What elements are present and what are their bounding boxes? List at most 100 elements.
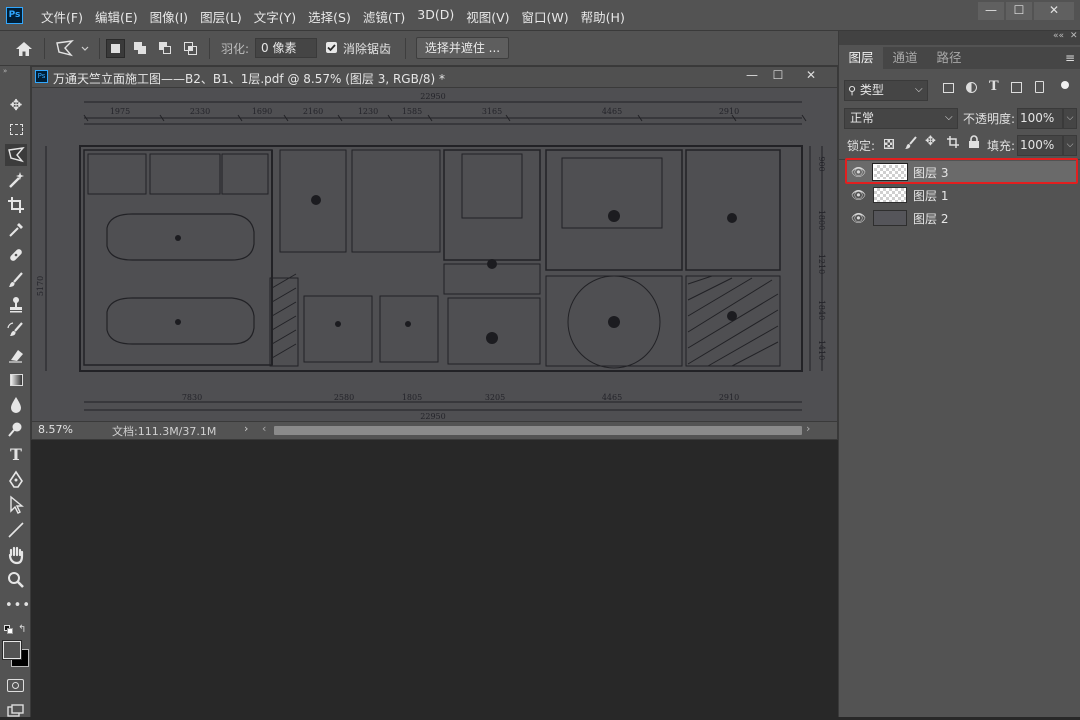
app-maximize-button[interactable]: ☐ (1006, 2, 1032, 20)
panel-divider (839, 159, 1080, 160)
foreground-color-swatch[interactable] (2, 640, 22, 660)
panel-menu-icon[interactable]: ≡ (1065, 51, 1075, 65)
doc-close-button[interactable]: ✕ (794, 68, 828, 86)
lock-image-icon[interactable] (904, 135, 918, 151)
zoom-tool-icon[interactable] (5, 569, 27, 591)
document-tab[interactable]: Ps 万通天竺立面施工图——B2、B1、1层.pdf @ 8.57% (图层 3… (32, 67, 837, 88)
lasso-tool-icon[interactable] (5, 144, 27, 166)
menu-filter[interactable]: 滤镜(T) (363, 7, 405, 26)
home-icon[interactable] (13, 39, 35, 59)
opacity-input[interactable]: 100% (1017, 108, 1063, 129)
canvas[interactable]: 22950 1975 2330 1690 2160 1230 1585 3165… (32, 88, 837, 421)
fill-input[interactable]: 100% (1017, 135, 1063, 156)
panel-close-icon[interactable]: ✕ (1070, 31, 1078, 41)
menu-3d[interactable]: 3D(D) (417, 7, 454, 26)
menu-select[interactable]: 选择(S) (308, 7, 351, 26)
layer-name: 图层 1 (913, 189, 949, 203)
fill-dropdown-icon[interactable]: ⌵ (1063, 135, 1077, 156)
eyedropper-tool-icon[interactable] (5, 219, 27, 241)
visibility-eye-icon[interactable]: 👁 (851, 211, 866, 225)
lock-all-icon[interactable] (968, 135, 980, 149)
feather-input[interactable]: 0 像素 (255, 38, 317, 58)
pen-tool-icon[interactable] (5, 469, 27, 491)
selection-intersect-button[interactable] (181, 39, 200, 58)
swap-colors-icon[interactable]: ↰ (18, 624, 26, 635)
screen-mode-icon[interactable] (7, 704, 24, 717)
tools-panel: » ✥ T ••• ↰ (0, 66, 31, 717)
move-tool-icon[interactable]: ✥ (5, 94, 27, 116)
layer-name: 图层 3 (913, 166, 949, 180)
layer-row-layer-1[interactable]: 👁 图层 1 (845, 184, 1078, 206)
filter-smart-object-icon[interactable] (1035, 81, 1044, 93)
tab-channels[interactable]: 通道 (883, 47, 927, 69)
tab-paths[interactable]: 路径 (927, 47, 971, 69)
menu-window[interactable]: 窗口(W) (522, 7, 569, 26)
history-brush-tool-icon[interactable] (5, 319, 27, 341)
clone-stamp-tool-icon[interactable] (5, 294, 27, 316)
selection-add-button[interactable] (131, 39, 150, 58)
menu-layer[interactable]: 图层(L) (200, 7, 242, 26)
menu-type[interactable]: 文字(Y) (254, 7, 296, 26)
doc-minimize-button[interactable]: — (739, 68, 765, 86)
filter-pixel-icon[interactable] (943, 83, 954, 93)
scroll-left-icon[interactable]: ‹ (262, 422, 266, 435)
opacity-dropdown-icon[interactable]: ⌵ (1063, 108, 1077, 129)
blend-mode-select[interactable]: 正常 ⌵ (844, 108, 958, 129)
eraser-tool-icon[interactable] (5, 344, 27, 366)
collapse-icon[interactable]: » (3, 68, 28, 75)
dim-top-5: 1230 (358, 107, 378, 116)
filter-shape-icon[interactable] (1011, 82, 1022, 93)
menu-edit[interactable]: 编辑(E) (95, 7, 138, 26)
lock-transparent-icon[interactable] (884, 139, 894, 149)
dim-bottom-4: 3205 (485, 393, 505, 402)
dodge-tool-icon[interactable] (5, 419, 27, 441)
more-tools-icon[interactable]: ••• (5, 595, 30, 617)
menu-bar: Ps 文件(F) 编辑(E) 图像(I) 图层(L) 文字(Y) 选择(S) 滤… (0, 0, 1080, 31)
selection-subtract-button[interactable] (156, 39, 175, 58)
brush-tool-icon[interactable] (5, 269, 27, 291)
selection-new-button[interactable] (106, 39, 125, 58)
hand-tool-icon[interactable] (5, 544, 27, 566)
panel-collapse-icon[interactable]: «« (1053, 31, 1064, 41)
filter-toggle-icon[interactable] (1061, 81, 1069, 89)
visibility-eye-icon[interactable]: 👁 (851, 165, 866, 179)
crop-tool-icon[interactable] (5, 194, 27, 216)
type-tool-icon[interactable]: T (5, 444, 27, 466)
tab-strip-fill (971, 47, 1080, 69)
tab-layers[interactable]: 图层 (839, 47, 883, 69)
layer-filter-select[interactable]: ⚲ 类型 ⌵ (844, 80, 928, 101)
quick-mask-icon[interactable] (7, 679, 24, 692)
layer-row-layer-2[interactable]: 👁 图层 2 (845, 207, 1078, 229)
app-close-button[interactable]: ✕ (1034, 2, 1074, 20)
blur-tool-icon[interactable] (5, 394, 27, 416)
app-minimize-button[interactable]: — (978, 2, 1004, 20)
filter-type-icon[interactable]: T (989, 79, 999, 94)
dim-bottom-6: 2910 (719, 393, 739, 402)
horizontal-scrollbar[interactable] (274, 426, 802, 435)
polygonal-lasso-preset-icon[interactable] (54, 39, 94, 59)
lock-artboard-icon[interactable] (946, 135, 960, 149)
gradient-tool-icon[interactable] (5, 369, 27, 391)
doc-size-info[interactable]: 文档:111.3M/37.1M (112, 423, 216, 439)
antialias-checkbox[interactable] (326, 42, 337, 53)
menu-image[interactable]: 图像(I) (150, 7, 188, 26)
select-and-mask-button[interactable]: 选择并遮住 ... (416, 37, 509, 59)
line-tool-icon[interactable] (5, 519, 27, 541)
layer-name: 图层 2 (913, 212, 949, 226)
menu-help[interactable]: 帮助(H) (581, 7, 625, 26)
default-colors-icon[interactable] (4, 625, 14, 635)
healing-brush-tool-icon[interactable] (5, 244, 27, 266)
magic-wand-tool-icon[interactable] (5, 169, 27, 191)
path-selection-tool-icon[interactable] (5, 494, 27, 516)
filter-adjustment-icon[interactable] (966, 82, 977, 93)
lock-position-icon[interactable]: ✥ (925, 134, 936, 149)
status-menu-arrow-icon[interactable]: › (244, 422, 248, 435)
menu-view[interactable]: 视图(V) (466, 7, 509, 26)
doc-maximize-button[interactable]: ☐ (765, 68, 791, 86)
menu-file[interactable]: 文件(F) (41, 7, 83, 26)
marquee-tool-icon[interactable] (5, 119, 27, 141)
visibility-eye-icon[interactable]: 👁 (851, 188, 866, 202)
scroll-right-icon[interactable]: › (806, 422, 810, 435)
zoom-level[interactable]: 8.57% (38, 423, 73, 436)
layer-row-layer-3[interactable]: 👁 图层 3 (845, 161, 1078, 183)
